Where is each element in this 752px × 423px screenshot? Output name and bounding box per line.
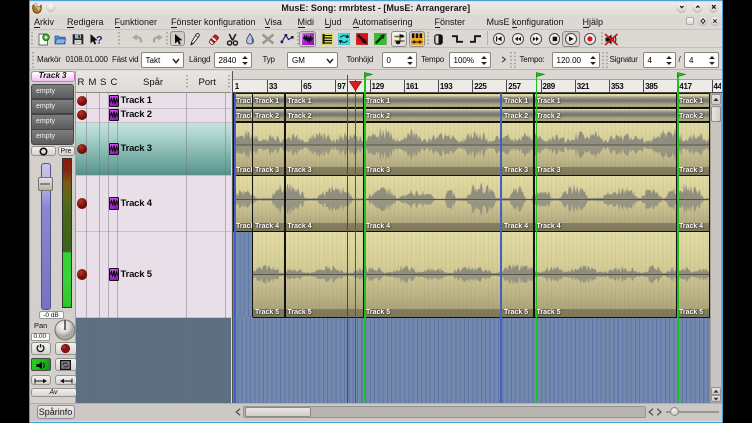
- svg-text:?: ?: [96, 34, 103, 46]
